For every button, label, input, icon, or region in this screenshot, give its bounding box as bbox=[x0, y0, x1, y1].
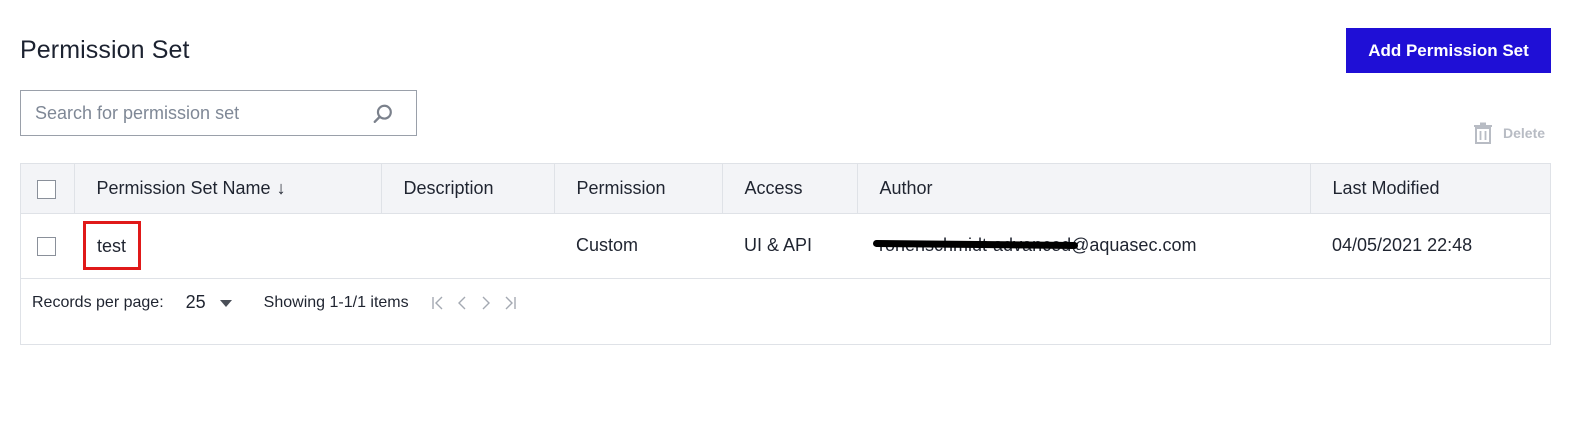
row-last-modified: 04/05/2021 22:48 bbox=[1332, 235, 1473, 255]
records-per-page-label: Records per page: bbox=[32, 293, 164, 311]
table-footer: Records per page: 25 Showing 1-1/1 items bbox=[32, 292, 517, 313]
last-page-icon[interactable] bbox=[503, 295, 517, 311]
column-header-access[interactable]: Access bbox=[722, 164, 858, 214]
row-description bbox=[381, 213, 554, 278]
row-name-cell: test bbox=[74, 213, 381, 278]
caret-down-icon[interactable] bbox=[219, 300, 232, 307]
column-header-name-label: Permission Set Name bbox=[96, 177, 271, 198]
first-page-icon[interactable] bbox=[431, 295, 445, 311]
delete-label: Delete bbox=[1503, 125, 1546, 141]
add-permission-set-button[interactable]: Add Permission Set bbox=[1346, 28, 1551, 73]
table-header-row: Permission Set Name ↓ Description Permiss… bbox=[21, 164, 1550, 214]
table-row: test Custom UI & API ronenschmidt-advanc… bbox=[21, 213, 1550, 278]
search-input[interactable] bbox=[21, 102, 361, 124]
sort-down-icon[interactable]: ↓ bbox=[277, 178, 286, 199]
permission-set-table-panel: Permission Set Name ↓ Description Permiss… bbox=[20, 163, 1551, 345]
row-access: UI & API bbox=[744, 235, 813, 255]
search-icon[interactable] bbox=[372, 103, 394, 125]
page-title: Permission Set bbox=[20, 36, 190, 64]
delete-button[interactable]: Delete bbox=[1473, 122, 1545, 144]
column-header-name[interactable]: Permission Set Name ↓ bbox=[74, 164, 382, 214]
permission-set-name-link[interactable]: test bbox=[83, 221, 142, 270]
select-all-cell bbox=[21, 164, 75, 214]
next-page-icon[interactable] bbox=[479, 295, 493, 311]
row-select-cell bbox=[21, 213, 74, 278]
trash-icon bbox=[1474, 122, 1492, 144]
permission-set-table: Permission Set Name ↓ Description Permiss… bbox=[21, 164, 1550, 279]
showing-items-text: Showing 1-1/1 items bbox=[263, 293, 409, 311]
column-header-description[interactable]: Description bbox=[381, 164, 555, 214]
records-per-page-select[interactable]: 25 bbox=[186, 292, 206, 313]
pagination-controls bbox=[431, 295, 517, 311]
row-permission: Custom bbox=[576, 235, 639, 255]
select-all-checkbox[interactable] bbox=[37, 179, 56, 199]
column-header-author[interactable]: Author bbox=[857, 164, 1311, 214]
prev-page-icon[interactable] bbox=[455, 295, 469, 311]
row-author-cell: ronenschmidt-advanced@aquasec.com bbox=[857, 213, 1310, 278]
row-author: ronenschmidt-advanced@aquasec.com bbox=[872, 235, 1196, 256]
row-checkbox[interactable] bbox=[37, 236, 56, 256]
column-header-last-modified[interactable]: Last Modified bbox=[1310, 164, 1550, 214]
search-box bbox=[20, 90, 417, 136]
column-header-permission[interactable]: Permission bbox=[554, 164, 723, 214]
